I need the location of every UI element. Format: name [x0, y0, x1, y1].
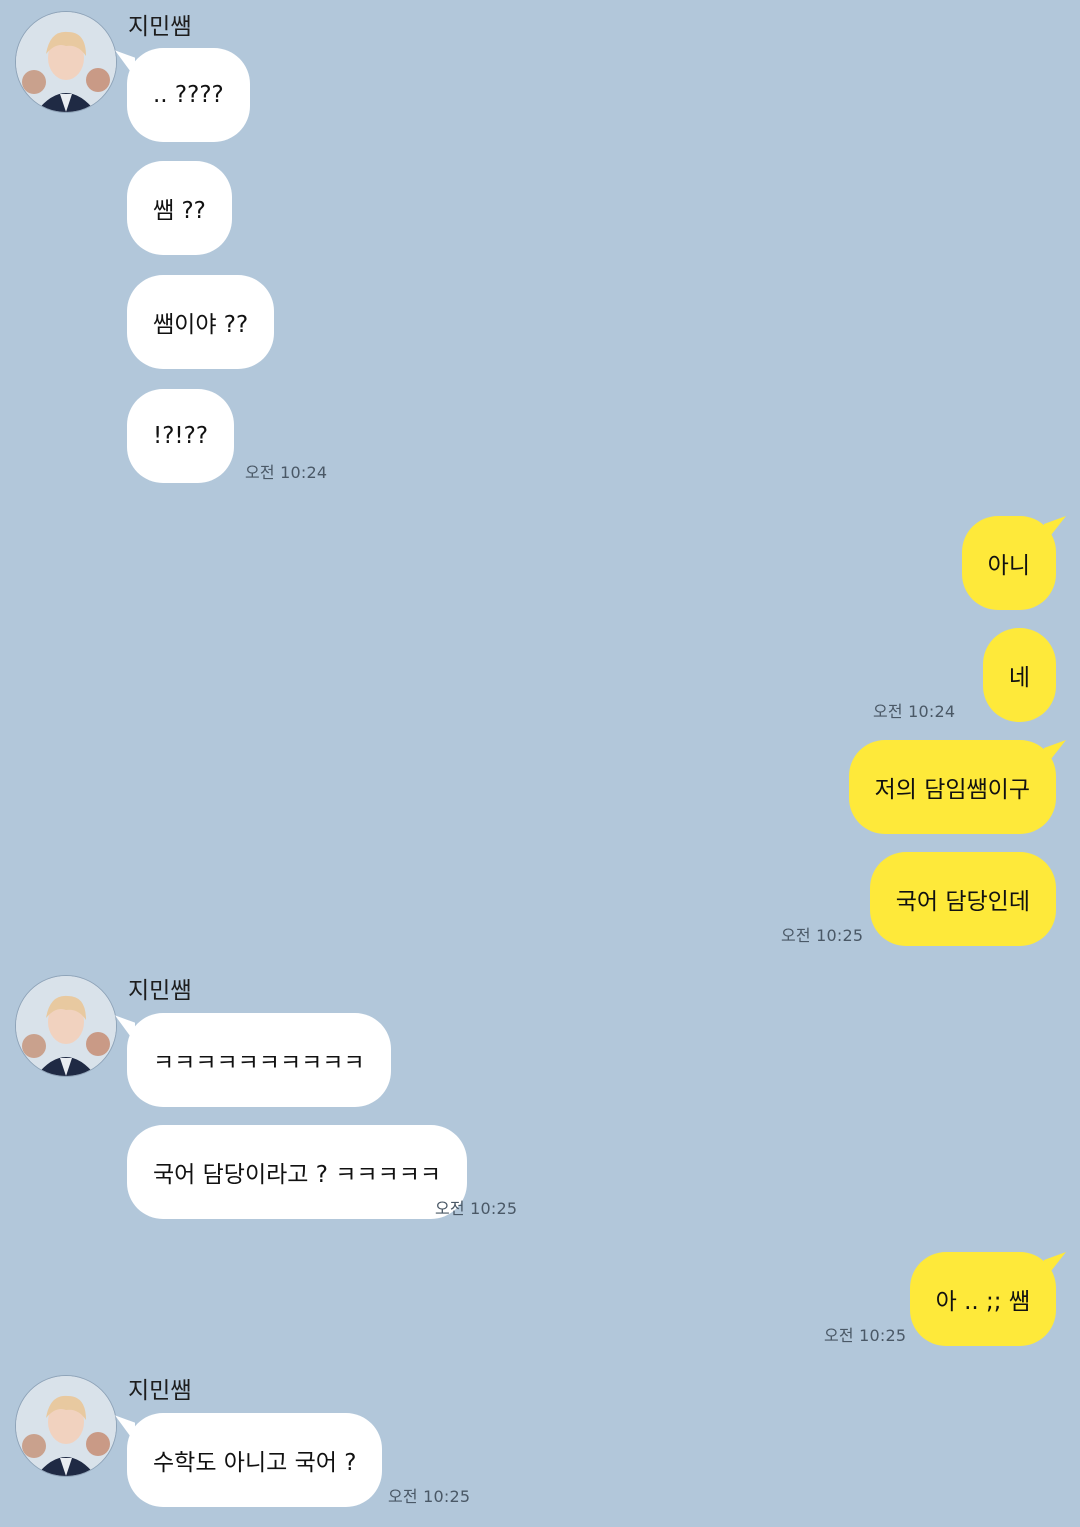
- message-timestamp: 오전 10:24: [873, 702, 956, 721]
- message-bubble[interactable]: 아니: [961, 516, 1056, 610]
- message-text: 수학도 아니고 국어 ?: [153, 1450, 357, 1476]
- message-bubble[interactable]: 국어 담당이라고 ? ㅋㅋㅋㅋㅋ: [127, 1125, 468, 1219]
- message-bubble[interactable]: 쌤이야 ??: [127, 275, 275, 369]
- message-bubble[interactable]: !?!??: [127, 389, 235, 483]
- avatar-photo-icon: [16, 976, 116, 1076]
- message-bubble[interactable]: 저의 담임쌤이구: [848, 740, 1056, 834]
- sender-avatar[interactable]: [15, 11, 117, 113]
- message-text: 쌤 ??: [153, 198, 206, 224]
- message-text: .. ????: [153, 82, 224, 108]
- message-timestamp: 오전 10:25: [824, 1326, 907, 1345]
- message-text: 저의 담임쌤이구: [874, 777, 1030, 803]
- message-bubble[interactable]: 네: [982, 628, 1056, 722]
- avatar-photo-icon: [16, 1376, 116, 1476]
- message-text: !?!??: [153, 423, 209, 449]
- message-text: 국어 담당이라고 ? ㅋㅋㅋㅋㅋ: [153, 1162, 442, 1188]
- message-text: ㅋㅋㅋㅋㅋㅋㅋㅋㅋㅋ: [153, 1050, 365, 1076]
- message-text: 아 .. ;; 쌤: [935, 1289, 1030, 1315]
- message-text: 쌤이야 ??: [153, 312, 249, 338]
- message-timestamp: 오전 10:25: [388, 1487, 471, 1506]
- message-bubble[interactable]: 아 .. ;; 쌤: [909, 1252, 1056, 1346]
- sender-name: 지민쌤: [128, 1378, 192, 1404]
- message-timestamp: 오전 10:24: [245, 463, 328, 482]
- message-text: 국어 담당인데: [895, 889, 1030, 915]
- sender-avatar[interactable]: [15, 975, 117, 1077]
- message-bubble[interactable]: 국어 담당인데: [869, 852, 1056, 946]
- sender-avatar[interactable]: [15, 1375, 117, 1477]
- sender-name: 지민쌤: [128, 978, 192, 1004]
- message-timestamp: 오전 10:25: [781, 926, 864, 945]
- avatar-photo-icon: [16, 12, 116, 112]
- message-text: 아니: [987, 553, 1030, 579]
- message-bubble[interactable]: 쌤 ??: [127, 161, 232, 255]
- message-text: 네: [1008, 665, 1030, 691]
- message-timestamp: 오전 10:25: [435, 1199, 518, 1218]
- message-bubble[interactable]: 수학도 아니고 국어 ?: [127, 1413, 383, 1507]
- message-bubble[interactable]: .. ????: [127, 48, 250, 142]
- message-bubble[interactable]: ㅋㅋㅋㅋㅋㅋㅋㅋㅋㅋ: [127, 1013, 391, 1107]
- sender-name: 지민쌤: [128, 14, 192, 40]
